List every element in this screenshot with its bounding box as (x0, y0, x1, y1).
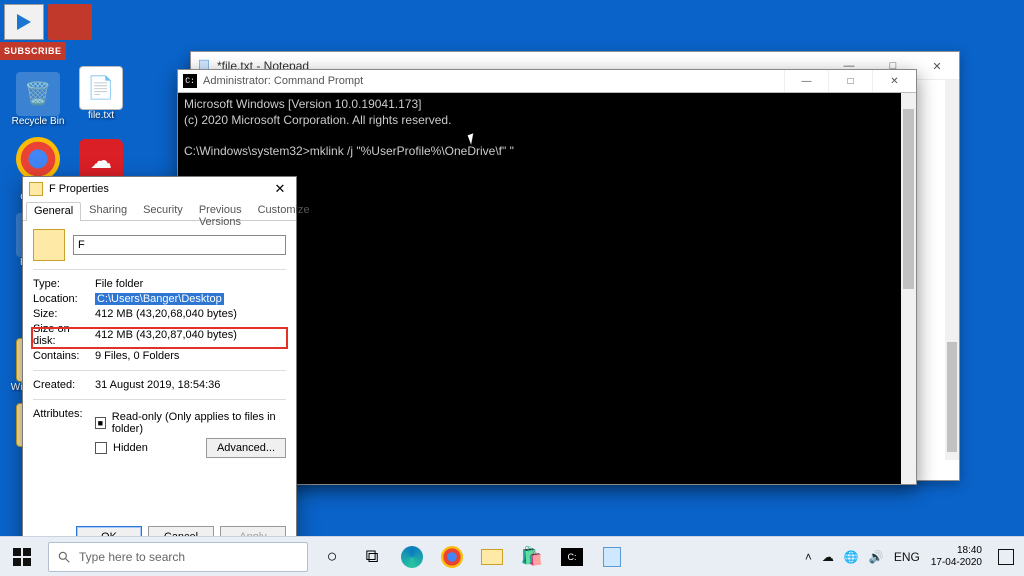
hidden-label: Hidden (113, 442, 148, 454)
notepad-close-button[interactable]: ✕ (915, 52, 959, 80)
cortana-button[interactable]: ○ (312, 537, 352, 576)
desktop-icon-file[interactable]: 📄 file.txt (76, 66, 126, 121)
desktop: SUBSCRIBE 🗑️ Recycle Bin Google Chrome 🖼… (0, 0, 1024, 536)
start-button[interactable] (0, 537, 44, 576)
chrome-taskbar-icon (441, 546, 463, 568)
system-tray: ˄ ☁ 🌐 🔊 ENG 18:40 17-04-2020 (800, 537, 1024, 576)
readonly-checkbox[interactable]: ■ (95, 417, 106, 429)
cmd-line-2: (c) 2020 Microsoft Corporation. All righ… (184, 113, 451, 127)
recycle-bin-label: Recycle Bin (12, 116, 65, 127)
file-explorer-icon (481, 549, 503, 565)
size-on-disk-label: Size on disk: (33, 323, 95, 347)
size-label: Size: (33, 308, 95, 320)
hidden-checkbox[interactable] (95, 442, 107, 454)
cmd-window-controls: — □ ✕ (784, 70, 916, 92)
type-label: Type: (33, 278, 95, 290)
chrome-icon (16, 137, 60, 181)
action-center-button[interactable] (988, 537, 1024, 576)
folder-large-icon (33, 229, 65, 261)
file-label: file.txt (88, 110, 114, 121)
taskbar-search[interactable]: Type here to search (48, 542, 308, 572)
cmd-prompt-line: C:\Windows\system32>mklink /j "%UserProf… (184, 144, 514, 158)
tab-customize[interactable]: Customize (250, 201, 318, 220)
size-value: 412 MB (43,20,68,040 bytes) (95, 308, 286, 320)
recycle-bin-icon: 🗑️ (16, 72, 60, 116)
taskbar-store[interactable]: 🛍️ (512, 537, 552, 576)
tab-security[interactable]: Security (135, 201, 191, 220)
type-value: File folder (95, 278, 286, 290)
tab-sharing[interactable]: Sharing (81, 201, 135, 220)
edge-icon (401, 546, 423, 568)
readonly-label: Read-only (Only applies to files in fold… (112, 411, 286, 435)
folder-icon (29, 182, 43, 196)
cmd-title: Administrator: Command Prompt (203, 75, 363, 87)
taskbar-cmd[interactable]: C: (552, 537, 592, 576)
cmd-line-1: Microsoft Windows [Version 10.0.19041.17… (184, 97, 421, 111)
properties-title: F Properties (49, 183, 109, 195)
subscribe-overlay: SUBSCRIBE (0, 0, 100, 60)
contains-value: 9 Files, 0 Folders (95, 350, 286, 362)
created-label: Created: (33, 379, 95, 391)
properties-close-button[interactable]: ✕ (268, 179, 292, 199)
taskbar-notepad[interactable] (592, 537, 632, 576)
properties-tabs: General Sharing Security Previous Versio… (23, 201, 296, 221)
search-placeholder: Type here to search (79, 550, 185, 564)
tray-chevron-up-icon[interactable]: ˄ (800, 537, 817, 576)
cmd-minimize-button[interactable]: — (784, 70, 828, 92)
play-tile (4, 4, 44, 40)
tray-network-icon[interactable]: 🌐 (839, 537, 864, 576)
text-file-icon: 📄 (79, 66, 123, 110)
task-view-button[interactable]: ⧉ (352, 537, 392, 576)
attributes-label: Attributes: (33, 408, 95, 420)
notification-icon (998, 549, 1014, 565)
windows-logo-icon (13, 548, 31, 566)
notepad-taskbar-icon (603, 547, 621, 567)
notepad-scrollbar[interactable] (945, 80, 959, 460)
tray-onedrive-icon[interactable]: ☁ (817, 537, 839, 576)
properties-body: Type:File folder Location:C:\Users\Bange… (23, 221, 296, 470)
desktop-icon-recycle-bin[interactable]: 🗑️ Recycle Bin (4, 72, 72, 127)
tray-language[interactable]: ENG (889, 537, 925, 576)
location-label: Location: (33, 293, 95, 305)
properties-titlebar[interactable]: F Properties (23, 177, 296, 201)
cmd-maximize-button[interactable]: □ (828, 70, 872, 92)
contains-label: Contains: (33, 350, 95, 362)
advanced-button[interactable]: Advanced... (206, 438, 286, 458)
clock-time: 18:40 (957, 545, 982, 557)
cmd-taskbar-icon: C: (561, 548, 583, 566)
tab-general[interactable]: General (26, 202, 81, 221)
size-on-disk-value: 412 MB (43,20,87,040 bytes) (95, 329, 286, 341)
subscribe-label: SUBSCRIBE (0, 42, 66, 60)
folder-name-input[interactable] (73, 235, 286, 255)
search-icon (57, 550, 71, 564)
cmd-scrollbar[interactable] (901, 93, 916, 484)
properties-dialog[interactable]: F Properties ✕ General Sharing Security … (22, 176, 297, 558)
taskbar-clock[interactable]: 18:40 17-04-2020 (925, 545, 988, 568)
tab-previous-versions[interactable]: Previous Versions (191, 201, 250, 220)
red-box (48, 4, 92, 40)
taskbar: Type here to search ○ ⧉ 🛍️ C: ˄ ☁ 🌐 🔊 EN… (0, 536, 1024, 576)
location-value[interactable]: C:\Users\Banger\Desktop (95, 293, 286, 305)
taskbar-explorer[interactable] (472, 537, 512, 576)
cmd-close-button[interactable]: ✕ (872, 70, 916, 92)
clock-date: 17-04-2020 (931, 557, 982, 569)
tray-volume-icon[interactable]: 🔊 (864, 537, 889, 576)
store-icon: 🛍️ (521, 546, 543, 567)
taskbar-edge[interactable] (392, 537, 432, 576)
taskbar-chrome[interactable] (432, 537, 472, 576)
created-value: 31 August 2019, 18:54:36 (95, 379, 286, 391)
cmd-icon: C: (183, 74, 197, 88)
